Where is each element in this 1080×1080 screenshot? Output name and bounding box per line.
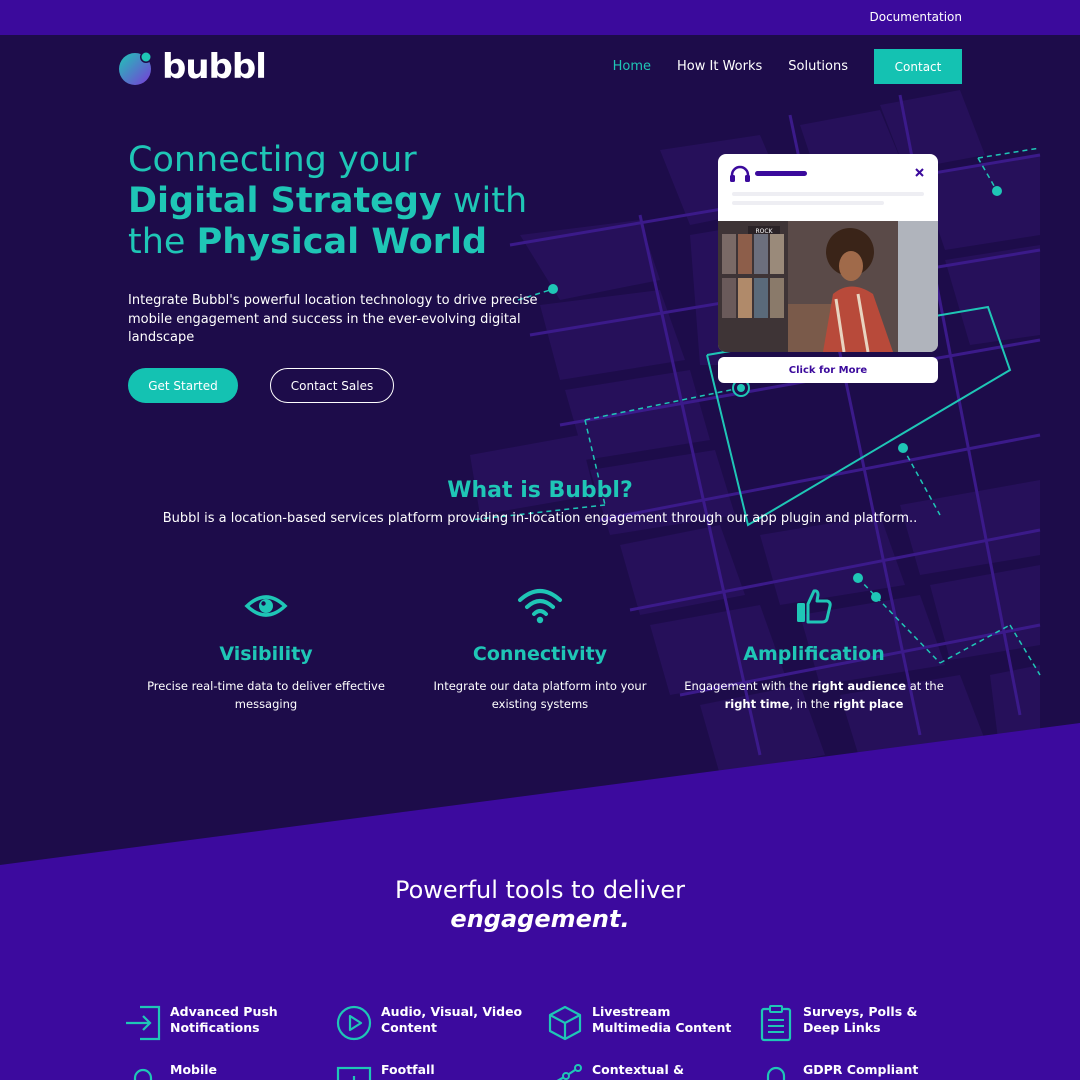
tool-surveys: Surveys, Polls & Deep Links xyxy=(757,1004,953,1042)
tool-label: Contextual & xyxy=(592,1062,685,1077)
desc-text: at the xyxy=(906,679,944,693)
what-is-bubbl-title: What is Bubbl? xyxy=(447,478,633,503)
network-icon xyxy=(556,1064,582,1080)
tool-mobile: Mobile xyxy=(124,1062,320,1080)
tool-label: Audio, Visual, Video Content xyxy=(381,1004,523,1035)
feature-connectivity: Connectivity Integrate our data platform… xyxy=(410,585,670,713)
tool-gdpr: GDPR Compliant xyxy=(757,1062,953,1080)
desc-text: Engagement with the xyxy=(684,679,812,693)
record-store-photo: ROCK xyxy=(718,221,938,352)
feature-amplification: Amplification Engagement with the right … xyxy=(684,585,944,713)
play-icon xyxy=(336,1005,372,1041)
headline-line3-bold: Physical World xyxy=(196,222,488,262)
tool-label: Livestream Multimedia Content xyxy=(592,1004,732,1035)
tool-label: Footfall xyxy=(381,1062,435,1077)
nav-home[interactable]: Home xyxy=(613,59,651,74)
feature-visibility: Visibility Precise real-time data to del… xyxy=(136,585,396,713)
clipboard-icon xyxy=(760,1005,792,1042)
contact-sales-button[interactable]: Contact Sales xyxy=(270,368,394,403)
eye-icon xyxy=(244,595,288,617)
tools-title: Powerful tools to deliver xyxy=(395,876,685,904)
feature-title: Visibility xyxy=(219,643,313,665)
bubbl-logo-icon xyxy=(119,51,152,85)
feature-description: Precise real-time data to deliver effect… xyxy=(147,679,385,711)
chart-icon xyxy=(336,1066,372,1080)
headphones-icon xyxy=(730,165,750,182)
login-arrow-icon xyxy=(126,1005,161,1041)
nav-how-it-works[interactable]: How It Works xyxy=(677,59,762,74)
tool-audio-visual: Audio, Visual, Video Content xyxy=(335,1004,531,1042)
headline-line3-pre: the xyxy=(128,222,197,262)
brand-logo[interactable]: bubbl xyxy=(118,47,267,87)
what-is-bubbl-text: Bubbl is a location-based services platf… xyxy=(162,511,918,526)
top-bar: Documentation xyxy=(0,0,1080,35)
tools-title-bold: engagement. xyxy=(450,905,630,933)
tool-contextual: Contextual & xyxy=(546,1062,742,1080)
tool-label: Mobile xyxy=(170,1062,218,1077)
feature-description: Integrate our data platform into your ex… xyxy=(433,679,647,711)
headline-line1: Connecting your xyxy=(128,140,417,180)
wifi-icon xyxy=(518,589,562,624)
tool-label: Surveys, Polls & Deep Links xyxy=(803,1004,918,1035)
brand-name: bubbl xyxy=(162,47,267,87)
hero-subcopy: Integrate Bubbl's powerful location tech… xyxy=(128,293,538,345)
get-started-button[interactable]: Get Started xyxy=(128,368,238,403)
feature-description: Engagement with the right audience at th… xyxy=(684,677,944,713)
tool-advanced-push: Advanced Push Notifications xyxy=(124,1004,320,1042)
feature-title: Connectivity xyxy=(472,643,608,665)
nav-links: Home How It Works Solutions Contact xyxy=(613,49,962,84)
tool-label: GDPR Compliant xyxy=(803,1062,919,1077)
tool-footfall: Footfall xyxy=(335,1062,531,1080)
documentation-link[interactable]: Documentation xyxy=(869,10,962,24)
notification-card-graphic: ROCK xyxy=(718,165,938,352)
cube-icon xyxy=(548,1005,582,1041)
hero-headline: Connecting your Digital Strategy with th… xyxy=(128,140,527,263)
desc-text: , in the xyxy=(789,697,834,711)
desc-bold-place: right place xyxy=(833,697,904,711)
tool-label: Advanced Push Notifications xyxy=(170,1004,278,1035)
headline-line2-rest: with xyxy=(441,181,528,221)
close-icon xyxy=(915,168,924,177)
thumbs-up-icon xyxy=(797,589,832,624)
notification-card: ROCK xyxy=(718,154,938,352)
main-navigation: bubbl Home How It Works Solutions Contac… xyxy=(0,35,1080,97)
feature-title: Amplification xyxy=(743,643,885,665)
lock-icon xyxy=(766,1066,786,1080)
click-for-more-button[interactable]: Click for More xyxy=(718,357,938,383)
desc-bold-audience: right audience xyxy=(811,679,907,693)
headline-line2-bold: Digital Strategy xyxy=(128,181,442,221)
nav-contact-button[interactable]: Contact xyxy=(874,49,962,84)
shop-sign-text: ROCK xyxy=(755,228,773,235)
nav-solutions[interactable]: Solutions xyxy=(788,59,848,74)
bell-icon xyxy=(133,1068,153,1080)
desc-bold-time: right time xyxy=(724,697,790,711)
tool-livestream: Livestream Multimedia Content xyxy=(546,1004,742,1042)
